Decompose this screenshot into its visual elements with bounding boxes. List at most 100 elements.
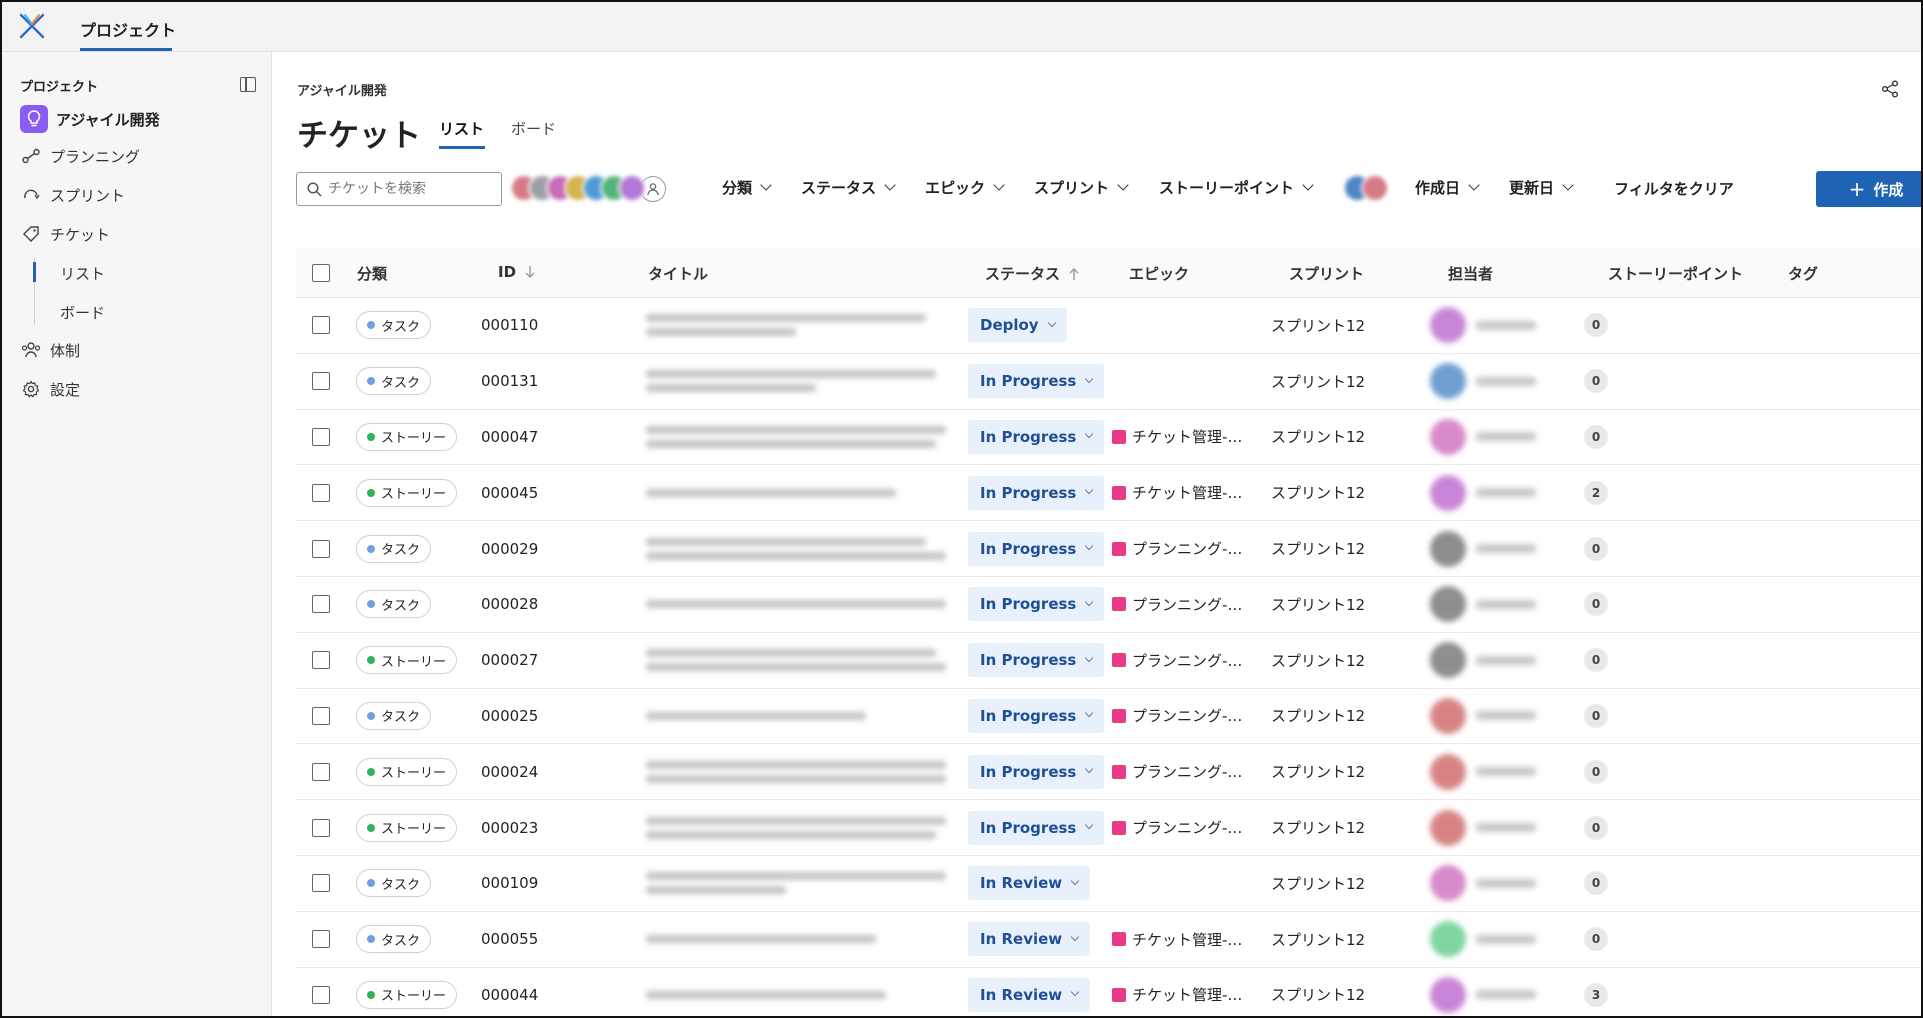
column-status[interactable]: ステータス <box>985 263 1080 284</box>
breadcrumb[interactable]: アジャイル開発 <box>297 80 387 99</box>
epic-cell[interactable]: プランニング-… <box>1112 800 1242 855</box>
status-dropdown[interactable]: In Progress <box>968 419 1105 454</box>
table-row[interactable]: ストーリー 000045 In Progress チケット管理-… スプリント1… <box>296 465 1921 522</box>
assignee-cell[interactable] <box>1430 298 1536 353</box>
title-cell[interactable] <box>646 465 956 520</box>
sidebar-item-planning[interactable]: プランニング <box>20 141 140 171</box>
title-cell[interactable] <box>646 298 956 353</box>
status-dropdown[interactable]: In Progress <box>968 587 1105 622</box>
sprint-cell[interactable]: スプリント12 <box>1271 800 1365 855</box>
epic-cell[interactable]: プランニング-… <box>1112 633 1242 688</box>
story-points-cell[interactable]: 0 <box>1584 410 1608 465</box>
tab-board[interactable]: ボード <box>511 118 556 139</box>
story-points-cell[interactable]: 0 <box>1584 521 1608 576</box>
column-story-points[interactable]: ストーリーポイント <box>1608 263 1743 284</box>
filter-story-points[interactable]: ストーリーポイント <box>1159 177 1314 198</box>
assignee-cell[interactable] <box>1430 912 1536 967</box>
status-dropdown[interactable]: In Review <box>968 866 1091 901</box>
sprint-cell[interactable]: スプリント12 <box>1271 912 1365 967</box>
sprint-cell[interactable]: スプリント12 <box>1271 856 1365 911</box>
epic-cell[interactable]: チケット管理-… <box>1112 410 1242 465</box>
column-epic[interactable]: エピック <box>1129 263 1189 284</box>
filter-epic[interactable]: エピック <box>925 177 1005 198</box>
status-dropdown[interactable]: In Review <box>968 977 1091 1012</box>
id-cell[interactable]: 000029 <box>481 521 538 576</box>
story-points-cell[interactable]: 0 <box>1584 744 1608 799</box>
title-cell[interactable] <box>646 744 956 799</box>
sprint-cell[interactable]: スプリント12 <box>1271 465 1365 520</box>
assignee-cell[interactable] <box>1430 633 1536 688</box>
title-cell[interactable] <box>646 856 956 911</box>
title-cell[interactable] <box>646 410 956 465</box>
epic-cell[interactable]: チケット管理-… <box>1112 465 1242 520</box>
column-assignee[interactable]: 担当者 <box>1448 263 1493 284</box>
id-cell[interactable]: 000023 <box>481 800 538 855</box>
story-points-cell[interactable]: 0 <box>1584 912 1608 967</box>
table-row[interactable]: ストーリー 000047 In Progress チケット管理-… スプリント1… <box>296 410 1921 466</box>
status-dropdown[interactable]: In Progress <box>968 475 1105 510</box>
row-checkbox[interactable] <box>312 874 330 893</box>
app-logo-icon[interactable] <box>18 12 46 40</box>
row-checkbox[interactable] <box>312 818 330 837</box>
row-checkbox[interactable] <box>312 539 330 558</box>
row-checkbox[interactable] <box>312 483 330 502</box>
title-cell[interactable] <box>646 800 956 855</box>
table-row[interactable]: タスク 000028 In Progress プランニング-… スプリント12 <box>296 577 1921 633</box>
filter-type[interactable]: 分類 <box>722 177 772 198</box>
id-cell[interactable]: 000028 <box>481 577 538 632</box>
status-dropdown[interactable]: In Review <box>968 922 1091 957</box>
status-dropdown[interactable]: In Progress <box>968 698 1105 733</box>
story-points-cell[interactable]: 0 <box>1584 354 1608 409</box>
assignee-cell[interactable] <box>1430 856 1536 911</box>
sprint-cell[interactable]: スプリント12 <box>1271 521 1365 576</box>
id-cell[interactable]: 000025 <box>481 689 538 744</box>
sprint-cell[interactable]: スプリント12 <box>1271 410 1365 465</box>
assignee-cell[interactable] <box>1430 577 1536 632</box>
row-checkbox[interactable] <box>312 651 330 670</box>
column-tag[interactable]: タグ <box>1788 263 1818 284</box>
id-cell[interactable]: 000055 <box>481 912 538 967</box>
story-points-cell[interactable]: 0 <box>1584 800 1608 855</box>
story-points-cell[interactable]: 3 <box>1584 968 1608 1016</box>
row-checkbox[interactable] <box>312 595 330 614</box>
id-cell[interactable]: 000045 <box>481 465 538 520</box>
share-icon[interactable] <box>1881 80 1899 98</box>
row-checkbox[interactable] <box>312 930 330 949</box>
tab-list[interactable]: リスト <box>439 118 484 139</box>
row-checkbox[interactable] <box>312 762 330 781</box>
sprint-cell[interactable]: スプリント12 <box>1271 354 1365 409</box>
table-row[interactable]: タスク 000131 In Progress スプリント12 0 <box>296 354 1921 410</box>
epic-cell[interactable]: プランニング-… <box>1112 577 1242 632</box>
assignee-cell[interactable] <box>1430 521 1536 576</box>
table-row[interactable]: ストーリー 000044 In Review チケット管理-… スプリント12 <box>296 968 1921 1016</box>
sidebar-item-ticket[interactable]: チケット <box>20 219 110 249</box>
epic-cell[interactable]: プランニング-… <box>1112 521 1242 576</box>
epic-cell[interactable]: プランニング-… <box>1112 689 1242 744</box>
filter-created-date[interactable]: 作成日 <box>1415 177 1480 198</box>
row-checkbox[interactable] <box>312 372 330 391</box>
story-points-cell[interactable]: 2 <box>1584 465 1608 520</box>
row-checkbox[interactable] <box>312 427 330 446</box>
sprint-cell[interactable]: スプリント12 <box>1271 577 1365 632</box>
sidebar-item-sprint[interactable]: スプリント <box>20 180 125 210</box>
id-cell[interactable]: 000047 <box>481 410 538 465</box>
row-checkbox[interactable] <box>312 316 330 335</box>
id-cell[interactable]: 000027 <box>481 633 538 688</box>
assignee-avatar-filter[interactable] <box>510 174 666 204</box>
table-row[interactable]: タスク 000029 In Progress プランニング-… スプリント12 <box>296 521 1921 577</box>
table-row[interactable]: ストーリー 000023 In Progress プランニング-… スプリント1… <box>296 800 1921 856</box>
status-dropdown[interactable]: In Progress <box>968 364 1105 399</box>
title-cell[interactable] <box>646 633 956 688</box>
search-input[interactable] <box>328 181 488 197</box>
status-dropdown[interactable]: In Progress <box>968 643 1105 678</box>
title-cell[interactable] <box>646 689 956 744</box>
story-points-cell[interactable]: 0 <box>1584 577 1608 632</box>
sprint-cell[interactable]: スプリント12 <box>1271 689 1365 744</box>
title-cell[interactable] <box>646 354 956 409</box>
assignee-cell[interactable] <box>1430 354 1536 409</box>
filter-updated-date[interactable]: 更新日 <box>1509 177 1574 198</box>
sidebar-item-settings[interactable]: 設定 <box>20 374 80 404</box>
story-points-cell[interactable]: 0 <box>1584 856 1608 911</box>
column-type[interactable]: 分類 <box>357 263 387 284</box>
column-title[interactable]: タイトル <box>648 263 708 284</box>
